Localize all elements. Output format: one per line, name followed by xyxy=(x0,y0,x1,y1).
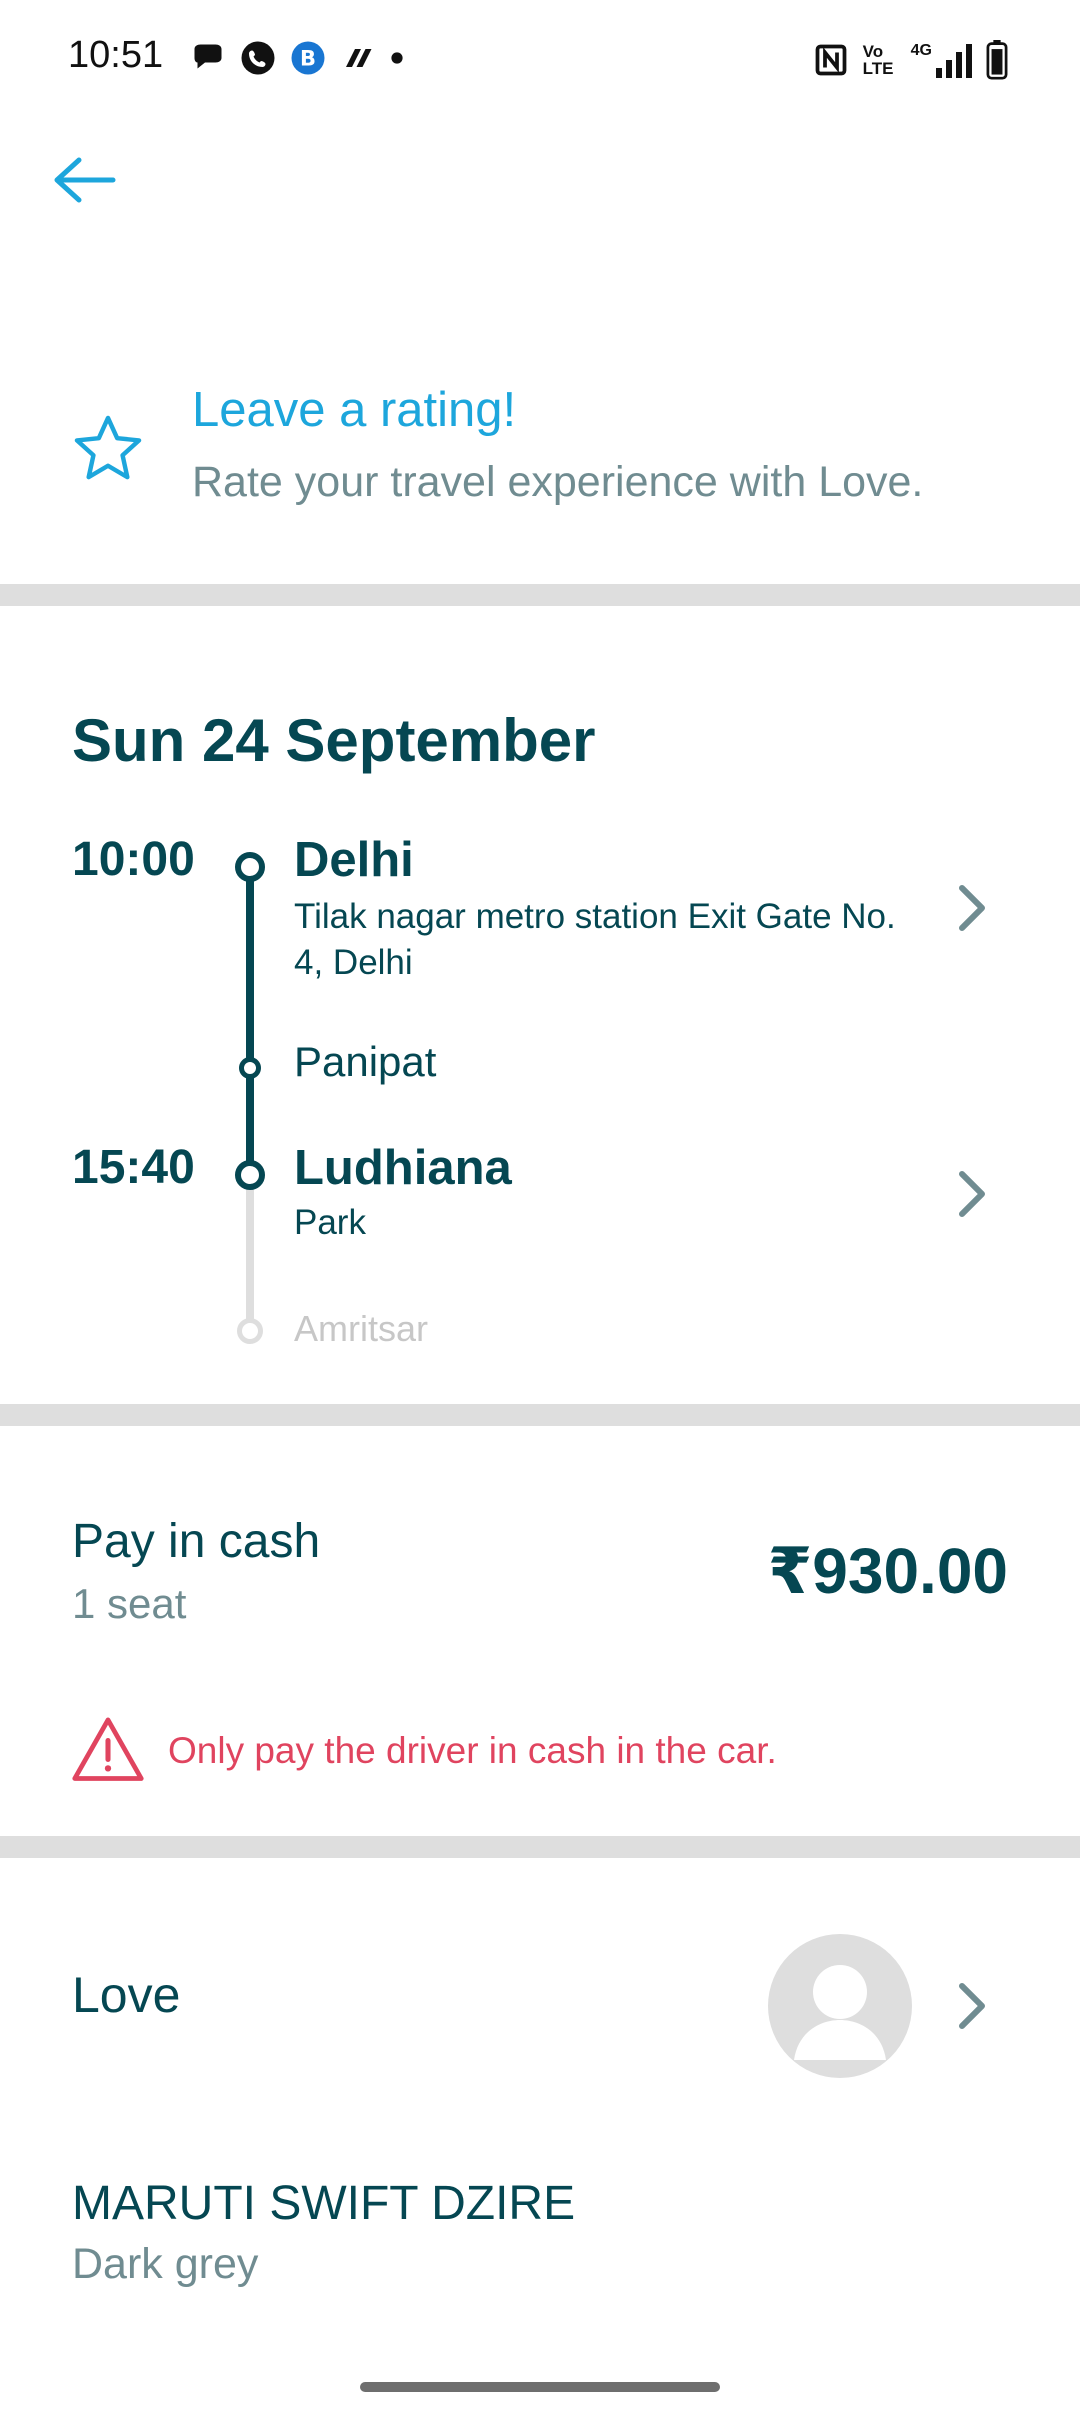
leave-rating-row[interactable]: Leave a rating! Rate your travel experie… xyxy=(0,370,1080,540)
rating-subtitle: Rate your travel experience with Love. xyxy=(192,458,924,506)
app-icon xyxy=(346,49,372,67)
arrival-time: 15:40 xyxy=(72,1141,195,1194)
avatar xyxy=(768,1934,912,2078)
battery-icon xyxy=(986,40,1008,80)
phone-icon xyxy=(241,41,275,75)
chevron-right-icon xyxy=(959,1171,985,1217)
network-type-label: 4G xyxy=(910,42,932,59)
home-indicator[interactable] xyxy=(360,2382,720,2392)
price: ₹930.00 xyxy=(767,1535,1008,1607)
departure-time: 10:00 xyxy=(72,833,195,886)
chevron-right-icon xyxy=(959,885,985,931)
arrival-address: Park xyxy=(294,1203,366,1242)
timeline-dot xyxy=(239,1057,261,1079)
timeline-dot xyxy=(237,1318,263,1344)
svg-text:B: B xyxy=(300,47,316,71)
driver-row[interactable]: Love xyxy=(0,1900,1080,2110)
signal-4g-icon: 4G xyxy=(911,42,972,78)
departure-city: Delhi xyxy=(294,833,414,887)
itinerary: 10:00 Delhi Tilak nagar metro station Ex… xyxy=(0,820,1080,1360)
arrival-stop[interactable]: 15:40 Ludhiana Park xyxy=(0,1130,1080,1260)
dot-icon xyxy=(391,52,403,64)
car-color: Dark grey xyxy=(72,2240,259,2288)
chat-bubble-icon xyxy=(194,44,222,69)
seat-count: 1 seat xyxy=(72,1580,187,1627)
chevron-right-icon xyxy=(959,1983,985,2029)
section-divider xyxy=(0,584,1080,606)
rating-title: Leave a rating! xyxy=(192,383,517,437)
star-icon xyxy=(74,415,142,480)
arrow-left-icon xyxy=(54,157,116,203)
status-icons-left: B xyxy=(190,40,404,76)
departure-stop[interactable]: 10:00 Delhi Tilak nagar metro station Ex… xyxy=(0,820,1080,990)
warning-text: Only pay the driver in cash in the car. xyxy=(168,1730,777,1771)
driver-name: Love xyxy=(72,1967,181,2023)
final-stop: Amritsar xyxy=(294,1308,428,1349)
section-divider xyxy=(0,1836,1080,1858)
status-icons-right: Vo LTE 4G xyxy=(813,40,1008,80)
warning-triangle-icon xyxy=(72,1717,144,1781)
user-icon xyxy=(794,1965,886,2060)
departure-address: Tilak nagar metro station Exit Gate No. … xyxy=(294,897,896,982)
nfc-icon xyxy=(815,44,847,76)
b-app-icon: B xyxy=(291,41,325,75)
cash-warning: Only pay the driver in cash in the car. xyxy=(70,1712,970,1792)
arrival-city: Ludhiana xyxy=(294,1141,512,1195)
car-model: MARUTI SWIFT DZIRE xyxy=(72,2177,576,2230)
volte-icon: Vo LTE xyxy=(862,42,894,78)
intermediate-stop: Panipat xyxy=(294,1038,437,1085)
back-button[interactable] xyxy=(44,150,124,210)
status-time: 10:51 xyxy=(68,34,164,76)
payment-method: Pay in cash xyxy=(72,1515,321,1568)
section-divider xyxy=(0,1404,1080,1426)
trip-date: Sun 24 September xyxy=(72,707,596,774)
